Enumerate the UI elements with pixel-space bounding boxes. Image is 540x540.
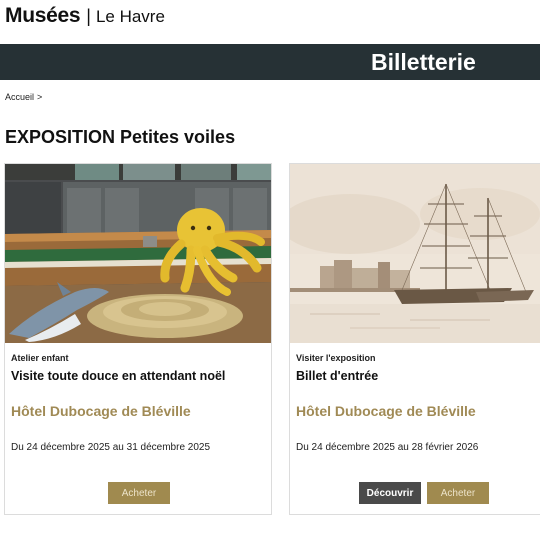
logo-musees: Musées	[5, 4, 81, 27]
breadcrumb-home-link[interactable]: Accueil	[5, 92, 34, 102]
event-dates: Du 24 décembre 2025 au 28 février 2026	[296, 442, 479, 453]
discover-button[interactable]: Découvrir	[359, 482, 421, 504]
buy-button[interactable]: Acheter	[427, 482, 489, 504]
event-category: Visiter l'exposition	[296, 353, 376, 363]
event-dates: Du 24 décembre 2025 au 31 décembre 2025	[11, 442, 211, 453]
breadcrumb: Accueil >	[5, 92, 42, 102]
event-title[interactable]: Visite toute douce en attendant noël	[11, 369, 225, 383]
buy-button[interactable]: Acheter	[108, 482, 170, 504]
event-card: Visiter l'exposition Billet d'entrée Hôt…	[289, 163, 540, 515]
event-image[interactable]	[5, 164, 271, 343]
logo-city: Le Havre	[95, 7, 165, 26]
logo-separator: |	[86, 6, 91, 26]
event-category: Atelier enfant	[11, 353, 69, 363]
boat-octopus-shark-photo	[5, 164, 271, 343]
event-image[interactable]	[290, 164, 540, 343]
sailing-ships-drawing	[290, 164, 540, 343]
event-venue: Hôtel Dubocage de Bléville	[296, 403, 476, 419]
breadcrumb-separator: >	[37, 92, 43, 102]
event-venue: Hôtel Dubocage de Bléville	[11, 403, 191, 419]
banner-title: Billetterie	[371, 49, 476, 75]
event-title[interactable]: Billet d'entrée	[296, 369, 378, 383]
event-card: Atelier enfant Visite toute douce en att…	[4, 163, 272, 515]
page-title: EXPOSITION Petites voiles	[5, 127, 236, 147]
site-logo[interactable]: Musées | Le Havre	[5, 4, 165, 28]
ticketing-banner: Billetterie	[0, 44, 540, 80]
